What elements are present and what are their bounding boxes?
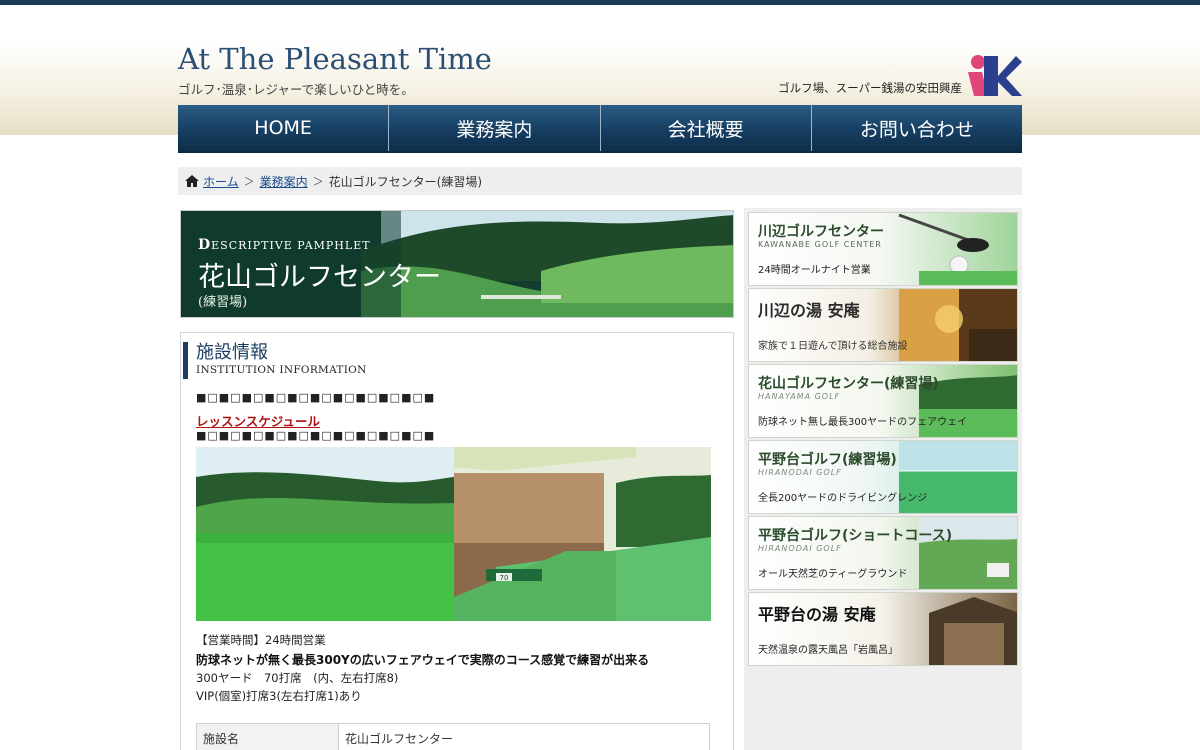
site-tagline: ゴルフ･温泉･レジャーで楽しいひと時を。: [178, 82, 414, 97]
nav-company[interactable]: 会社概要: [601, 105, 812, 151]
sidebar-banner-hanayama-golf[interactable]: 花山ゴルフセンター(練習場) HANAYAMA GOLF 防球ネット無し最長30…: [748, 364, 1018, 438]
sidebar: 川辺ゴルフセンター KAWANABE GOLF CENTER 24時間オールナイ…: [744, 208, 1022, 750]
sidebar-banner-hiranodai-yu[interactable]: 平野台の湯 安庵 天然温泉の露天風呂「岩風呂」: [748, 592, 1018, 666]
facility-detail-2: VIP(個室)打席3(左右打席1)あり: [196, 689, 362, 703]
decorative-squares: ■□■□■□■□■□■□■□■□■□■□■: [196, 429, 436, 442]
facility-photo-image: 70: [196, 447, 711, 621]
decorative-squares: ■□■□■□■□■□■□■□■□■□■□■: [196, 391, 436, 404]
table-row: 施設名 花山ゴルフセンター: [196, 723, 710, 750]
breadcrumb-separator: ＞: [243, 175, 255, 188]
banner-description: 天然温泉の露天風呂「岩風呂」: [758, 645, 898, 656]
banner-subtitle: HANAYAMA GOLF: [758, 392, 841, 401]
facility-headline: 防球ネットが無く最長300Yの広いフェアウェイで実際のコース感覚で練習が出来る: [196, 653, 650, 667]
breadcrumb-separator: ＞: [312, 175, 324, 188]
facility-detail-1: 300ヤード 70打席 (内、左右打席8): [196, 671, 399, 685]
hero-banner: DESCRIPTIVE PAMPHLET 花山ゴルフセンター (練習場): [180, 210, 734, 318]
banner-subtitle: HIRANODAI GOLF: [758, 468, 842, 477]
nav-contact[interactable]: お問い合わせ: [812, 105, 1022, 151]
banner-title: 平野台の湯 安庵: [758, 605, 876, 624]
banner-description: オール天然芝のティーグラウンド: [758, 569, 908, 580]
company-logo-icon[interactable]: [964, 52, 1022, 96]
breadcrumb-home-link[interactable]: ホーム: [203, 173, 239, 190]
banner-title: 平野台ゴルフ(練習場): [758, 452, 897, 468]
main-navigation: HOME 業務案内 会社概要 お問い合わせ: [178, 105, 1022, 153]
sidebar-banner-hiranodai-golf[interactable]: 平野台ゴルフ(練習場) HIRANODAI GOLF 全長200ヤードのドライビ…: [748, 440, 1018, 514]
facility-info-box: 施設情報 INSTITUTION INFORMATION ■□■□■□■□■□■…: [180, 332, 734, 750]
nav-home[interactable]: HOME: [178, 105, 390, 151]
banner-title: 川辺ゴルフセンター: [758, 224, 884, 240]
banner-description: 家族で１日遊んで頂ける総合施設: [758, 341, 908, 352]
banner-title: 花山ゴルフセンター(練習場): [758, 376, 939, 392]
main-column: DESCRIPTIVE PAMPHLET 花山ゴルフセンター (練習場) 施設情…: [178, 208, 738, 750]
banner-description: 24時間オールナイト営業: [758, 265, 871, 276]
business-hours: 【営業時間】24時間営業: [196, 633, 326, 647]
section-heading: 施設情報 INSTITUTION INFORMATION: [183, 342, 367, 379]
facility-table: 施設名 花山ゴルフセンター: [196, 723, 710, 750]
section-title: 施設情報: [196, 342, 268, 363]
hero-title: 花山ゴルフセンター: [198, 262, 441, 293]
home-icon: [185, 175, 199, 187]
banner-title: 平野台ゴルフ(ショートコース): [758, 528, 953, 544]
sidebar-banner-kawanabe-golf[interactable]: 川辺ゴルフセンター KAWANABE GOLF CENTER 24時間オールナイ…: [748, 212, 1018, 286]
page-container: At The Pleasant Time ゴルフ･温泉･レジャーで楽しいひと時を…: [178, 0, 1022, 750]
banner-description: 防球ネット無し最長300ヤードのフェアウェイ: [758, 417, 968, 428]
site-title[interactable]: At The Pleasant Time: [178, 42, 492, 76]
section-title-en: INSTITUTION INFORMATION: [196, 364, 367, 376]
banner-title: 川辺の湯 安庵: [758, 301, 860, 320]
table-header-cell: 施設名: [196, 723, 339, 750]
breadcrumb: ホーム ＞ 業務案内 ＞ 花山ゴルフセンター(練習場): [178, 167, 1022, 195]
company-name: ゴルフ場、スーパー銭湯の安田興産: [778, 81, 962, 95]
breadcrumb-current: 花山ゴルフセンター(練習場): [328, 174, 483, 189]
banner-description: 全長200ヤードのドライビングレンジ: [758, 493, 928, 504]
breadcrumb-services-link[interactable]: 業務案内: [260, 173, 308, 190]
hero-pamphlet-label: DESCRIPTIVE PAMPHLET: [198, 237, 371, 253]
banner-subtitle: KAWANABE GOLF CENTER: [758, 240, 882, 249]
sidebar-banner-hiranodai-short-course[interactable]: 平野台ゴルフ(ショートコース) HIRANODAI GOLF オール天然芝のティ…: [748, 516, 1018, 590]
sidebar-banner-kawanabe-yu[interactable]: 川辺の湯 安庵 家族で１日遊んで頂ける総合施設: [748, 288, 1018, 362]
hero-subtitle: (練習場): [198, 295, 248, 310]
table-value-cell: 花山ゴルフセンター: [338, 723, 710, 750]
nav-services[interactable]: 業務案内: [389, 105, 601, 151]
facility-photo: 70: [196, 447, 711, 621]
bay-number-label: 70: [500, 574, 509, 582]
banner-subtitle: HIRANODAI GOLF: [758, 544, 842, 553]
lesson-schedule-link[interactable]: レッスンスケジュール: [196, 411, 320, 430]
